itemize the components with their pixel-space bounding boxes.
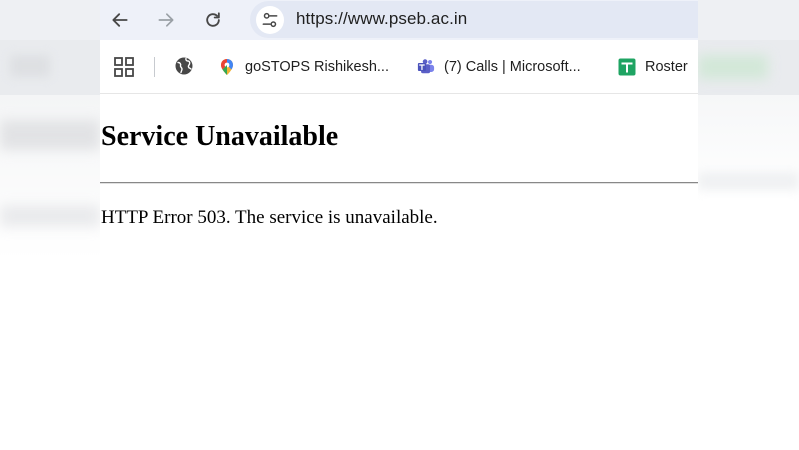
gostops-icon: [221, 59, 233, 75]
sheets-icon: [618, 58, 636, 76]
horizontal-rule: [100, 182, 698, 184]
reload-button[interactable]: [199, 6, 227, 34]
browser-window: https://www.pseb.ac.in goSTOPS Rishikesh…: [100, 0, 698, 450]
bookmarks-separator: [154, 57, 155, 77]
url-text[interactable]: https://www.pseb.ac.in: [296, 9, 467, 29]
back-button[interactable]: [106, 6, 134, 34]
bookmark-label: (7) Calls | Microsoft...: [444, 59, 581, 75]
page-title: Service Unavailable: [101, 121, 339, 152]
globe-icon[interactable]: [174, 56, 194, 76]
error-message: HTTP Error 503. The service is unavailab…: [101, 207, 438, 228]
apps-grid-icon[interactable]: [113, 56, 135, 78]
bookmark-label: goSTOPS Rishikesh...: [245, 59, 389, 75]
site-info-button[interactable]: [256, 6, 284, 34]
browser-toolbar: https://www.pseb.ac.in: [100, 0, 698, 40]
bookmarks-bar: goSTOPS Rishikesh... (7) Calls | Microso…: [100, 40, 698, 94]
tune-icon: [262, 12, 278, 28]
bookmark-gostops[interactable]: goSTOPS Rishikesh...: [218, 55, 389, 79]
arrow-left-icon: [112, 13, 128, 27]
background-right: [698, 0, 799, 450]
bookmark-roster[interactable]: Roster: [618, 55, 688, 79]
forward-button[interactable]: [152, 6, 180, 34]
background-left: [0, 0, 100, 450]
teams-icon: [417, 59, 435, 74]
arrow-right-icon: [158, 13, 174, 27]
reload-icon: [206, 12, 220, 27]
bookmark-teams-calls[interactable]: (7) Calls | Microsoft...: [417, 55, 581, 79]
bookmark-label: Roster: [645, 59, 688, 75]
address-bar[interactable]: https://www.pseb.ac.in: [250, 1, 698, 38]
